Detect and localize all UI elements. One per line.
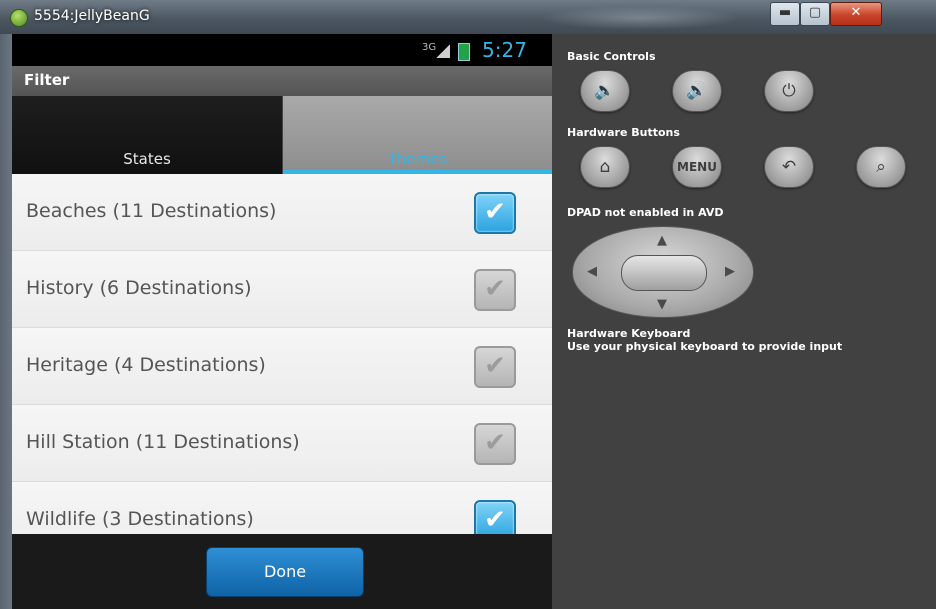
volume-up-button[interactable]: 🔊: [672, 70, 722, 112]
home-button[interactable]: ⌂: [580, 146, 630, 188]
keyboard-heading: Hardware Keyboard: [567, 327, 691, 340]
tab-themes[interactable]: Themes: [283, 96, 552, 174]
signal-icon: [436, 44, 450, 58]
tab-bar: States Themes: [12, 96, 552, 174]
dpad-up-icon: ▲: [657, 233, 667, 248]
network-type: 3G: [422, 42, 437, 53]
window-titlebar: 5554:JellyBeanG ▬ ▢ ✕: [0, 0, 936, 34]
checkbox[interactable]: ✔: [474, 423, 516, 465]
dpad-left-icon: ◀: [587, 264, 597, 279]
basic-controls-heading: Basic Controls: [567, 50, 656, 63]
checkmark-icon: ✔: [484, 505, 506, 534]
theme-list: Beaches (11 Destinations) ✔ History (6 D…: [12, 174, 552, 534]
tab-states-label: States: [123, 150, 171, 168]
dpad-right-icon: ▶: [725, 264, 735, 279]
maximize-button[interactable]: ▢: [800, 2, 830, 26]
status-time: 5:27: [482, 38, 527, 62]
checkmark-icon: ✔: [484, 274, 506, 304]
menu-button[interactable]: MENU: [672, 146, 722, 188]
hardware-buttons-heading: Hardware Buttons: [567, 126, 680, 139]
list-item-label: Beaches (11 Destinations): [26, 200, 277, 222]
battery-icon: [458, 43, 470, 61]
checkbox[interactable]: ✔: [474, 346, 516, 388]
status-bar: 3G 5:27: [12, 34, 552, 66]
volume-down-button[interactable]: 🔈: [580, 70, 630, 112]
action-bar: Filter: [12, 66, 552, 96]
power-icon: ⏻: [782, 81, 796, 101]
dpad-center-button[interactable]: [621, 255, 707, 291]
minimize-button[interactable]: ▬: [770, 2, 800, 26]
list-item[interactable]: Heritage (4 Destinations) ✔: [12, 328, 552, 405]
back-button[interactable]: ↶: [764, 146, 814, 188]
close-button[interactable]: ✕: [830, 2, 882, 26]
list-item[interactable]: Beaches (11 Destinations) ✔: [12, 174, 552, 251]
dpad-status-bold: DPAD: [567, 206, 601, 219]
close-icon: ✕: [850, 5, 862, 20]
list-item-label: Hill Station (11 Destinations): [26, 431, 300, 453]
titlebar-glow: [540, 6, 740, 30]
list-item[interactable]: Hill Station (11 Destinations) ✔: [12, 405, 552, 482]
dpad-status-text: DPAD not enabled in AVD: [567, 206, 724, 219]
checkmark-icon: ✔: [484, 197, 506, 227]
checkmark-icon: ✔: [484, 428, 506, 458]
list-item-label: History (6 Destinations): [26, 277, 252, 299]
emulator-control-panel: Basic Controls 🔈 🔊 ⏻ Hardware Buttons ⌂ …: [552, 34, 936, 609]
dpad[interactable]: ▲ ▼ ◀ ▶: [572, 226, 754, 318]
minimize-icon: ▬: [778, 5, 792, 20]
checkmark-icon: ✔: [484, 351, 506, 381]
back-icon: ↶: [781, 157, 797, 177]
bottom-bar: Done: [12, 534, 552, 609]
phone-screen: 3G 5:27 Filter States Themes Beaches (11…: [12, 34, 552, 609]
tab-themes-label: Themes: [387, 150, 448, 168]
search-icon: ⌕: [876, 157, 886, 177]
search-button[interactable]: ⌕: [856, 146, 906, 188]
window-title: 5554:JellyBeanG: [34, 8, 150, 24]
dpad-down-icon: ▼: [657, 297, 667, 312]
menu-button-label: MENU: [677, 160, 717, 174]
dpad-status-rest: not enabled in AVD: [600, 206, 724, 219]
checkbox[interactable]: ✔: [474, 500, 516, 534]
list-item[interactable]: History (6 Destinations) ✔: [12, 251, 552, 328]
tab-states[interactable]: States: [12, 96, 283, 174]
list-item-label: Wildlife (3 Destinations): [26, 508, 254, 530]
window-left-border: [0, 34, 12, 609]
done-button[interactable]: Done: [206, 547, 364, 597]
checkbox[interactable]: ✔: [474, 269, 516, 311]
home-icon: ⌂: [599, 157, 611, 177]
maximize-icon: ▢: [808, 5, 822, 20]
checkbox[interactable]: ✔: [474, 192, 516, 234]
keyboard-hint: Use your physical keyboard to provide in…: [567, 340, 843, 353]
list-item-label: Heritage (4 Destinations): [26, 354, 266, 376]
emulator-app-icon: [10, 9, 28, 27]
keyboard-info: Hardware Keyboard Use your physical keyb…: [567, 327, 842, 353]
list-item[interactable]: Wildlife (3 Destinations) ✔: [12, 482, 552, 534]
volume-up-icon: 🔊: [686, 81, 708, 101]
volume-down-icon: 🔈: [594, 81, 616, 101]
screen-title: Filter: [24, 71, 70, 89]
power-button[interactable]: ⏻: [764, 70, 814, 112]
